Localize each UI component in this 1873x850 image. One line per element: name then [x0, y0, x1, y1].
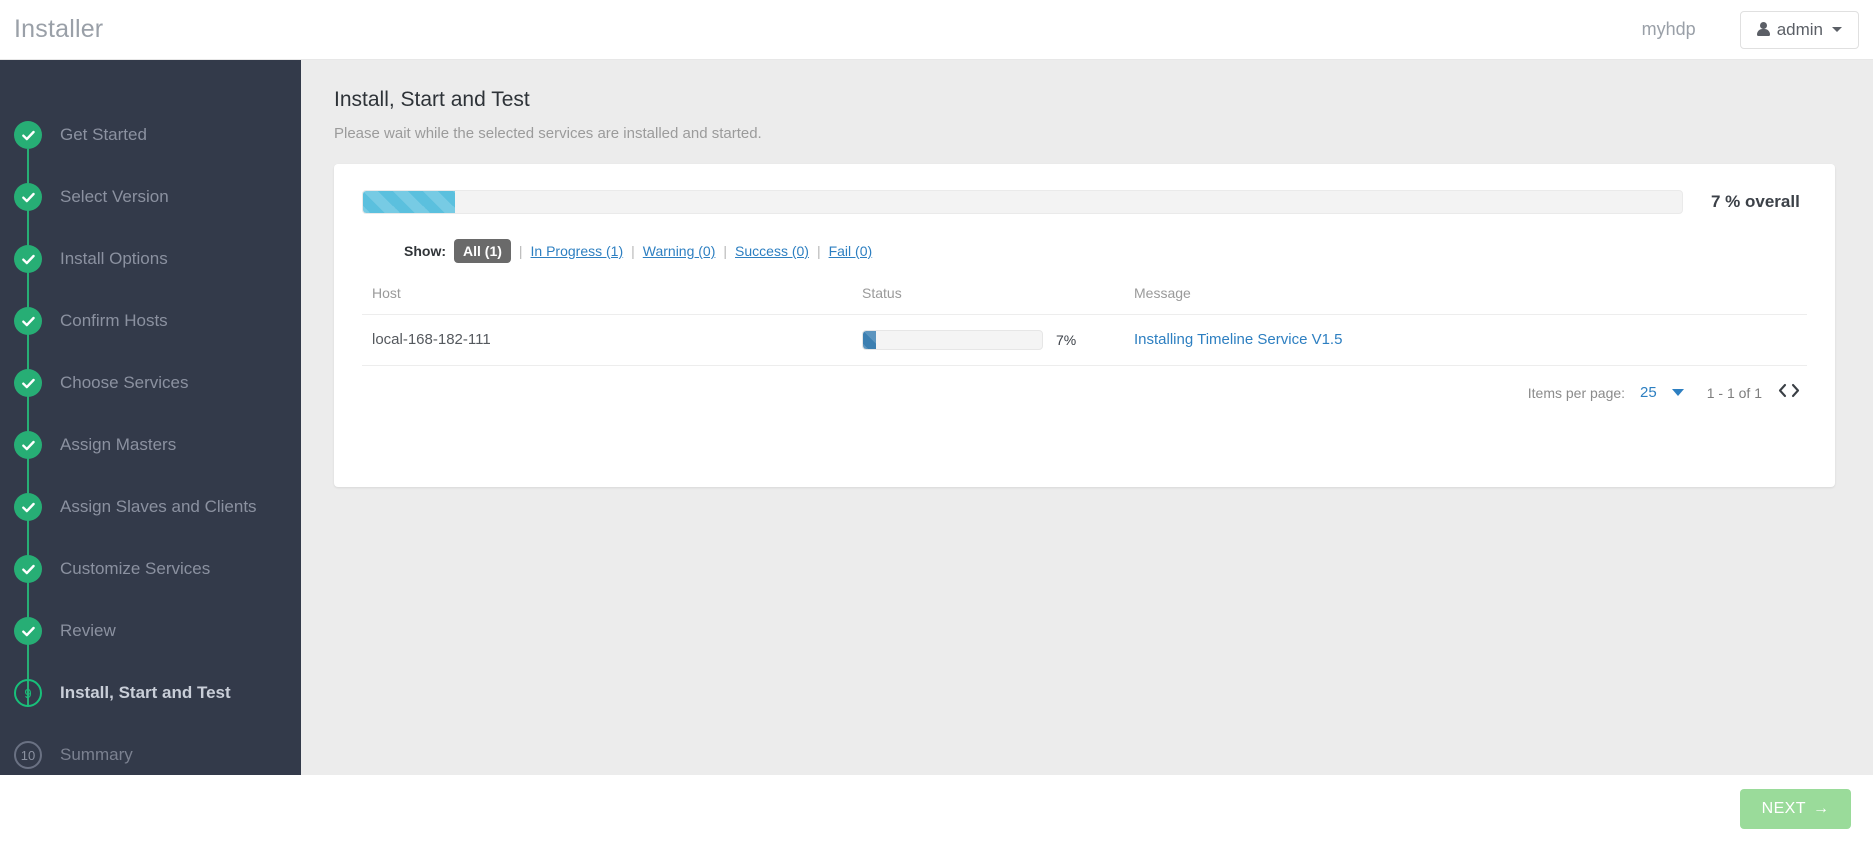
step-number-badge: 9 — [14, 679, 42, 707]
sidebar-step-label: Install, Start and Test — [60, 683, 231, 702]
cluster-name-label: myhdp — [1641, 19, 1696, 39]
filter-all[interactable]: All (1) — [454, 239, 511, 263]
sidebar-step-label: Install Options — [60, 249, 168, 268]
sidebar-step-customize-services[interactable]: Customize Services — [0, 538, 301, 645]
items-per-page-label: Items per page: — [1527, 384, 1626, 401]
sidebar-step-label: Customize Services — [60, 559, 211, 578]
sidebar-step-label: Review — [60, 621, 116, 640]
arrow-right-icon: → — [1812, 800, 1830, 817]
filter-separator: | — [631, 243, 635, 259]
overall-progress-row: 7 % overall — [362, 190, 1807, 214]
table-paginator: Items per page: 25 1 - 1 of 1 — [362, 383, 1807, 402]
step-check-icon — [14, 369, 42, 397]
wizard-footer: NEXT → — [0, 775, 1873, 850]
show-label: Show: — [404, 243, 446, 259]
host-progress-table: Host Status Message local-168-182-111 7%… — [362, 285, 1807, 366]
next-button-label: NEXT — [1761, 800, 1806, 817]
filter-in-progress[interactable]: In Progress (1) — [531, 243, 624, 259]
step-check-icon — [14, 121, 42, 149]
status-filter-row: Show: All (1) | In Progress (1) | Warnin… — [404, 239, 1807, 263]
pagination-range-label: 1 - 1 of 1 — [1706, 384, 1762, 401]
sidebar-step-select-version[interactable]: Select Version — [0, 166, 301, 273]
step-number-badge: 10 — [14, 741, 42, 769]
sidebar-step-confirm-hosts[interactable]: Confirm Hosts — [0, 290, 301, 397]
host-progress-fill — [863, 331, 876, 349]
column-header-host: Host — [362, 285, 862, 315]
overall-progress-bar — [362, 190, 1683, 214]
cell-status: 7% — [862, 314, 1132, 366]
sidebar-step-label: Assign Masters — [60, 435, 177, 454]
overall-progress-label: 7 % overall — [1711, 192, 1800, 211]
wizard-sidebar: Get Started Select Version Install Optio… — [0, 60, 301, 775]
step-check-icon — [14, 307, 42, 335]
sidebar-step-choose-services[interactable]: Choose Services — [0, 352, 301, 459]
sidebar-step-assign-slaves-and-clients[interactable]: Assign Slaves and Clients — [0, 476, 301, 583]
caret-down-icon — [1832, 27, 1842, 32]
step-check-icon — [14, 183, 42, 211]
table-row: local-168-182-111 7% Installing Timeline… — [362, 314, 1807, 366]
column-header-status: Status — [862, 285, 1132, 315]
sidebar-step-label: Choose Services — [60, 373, 189, 392]
sidebar-step-label: Confirm Hosts — [60, 311, 168, 330]
host-name-label: local-168-182-111 — [372, 331, 491, 348]
install-progress-card: 7 % overall Show: All (1) | In Progress … — [334, 164, 1835, 487]
filter-separator: | — [723, 243, 728, 259]
sidebar-step-assign-masters[interactable]: Assign Masters — [0, 414, 301, 521]
table-header-row: Host Status Message — [362, 285, 1807, 315]
pagination-nav-group — [1777, 383, 1801, 402]
host-message-link[interactable]: Installing Timeline Service V1.5 — [1134, 331, 1342, 348]
cell-host: local-168-182-111 — [362, 314, 862, 366]
sidebar-step-label: Assign Slaves and Clients — [60, 497, 257, 516]
filter-success[interactable]: Success (0) — [735, 243, 809, 259]
user-menu-button[interactable]: admin — [1739, 10, 1859, 49]
sidebar-step-label: Get Started — [60, 125, 147, 144]
host-progress-label: 7% — [1056, 332, 1077, 348]
filter-warning[interactable]: Warning (0) — [643, 243, 716, 259]
filter-separator: | — [816, 243, 821, 259]
cell-message: Installing Timeline Service V1.5 — [1132, 314, 1807, 366]
main-content-area: Install, Start and Test Please wait whil… — [301, 60, 1873, 775]
sidebar-step-label: Select Version — [60, 187, 169, 206]
step-check-icon — [14, 493, 42, 521]
chevron-down-icon[interactable] — [1671, 389, 1684, 396]
page-subtitle: Please wait while the selected services … — [334, 125, 762, 142]
user-icon — [1756, 22, 1770, 37]
chevron-right-icon[interactable] — [1790, 383, 1801, 402]
host-status-group: 7% — [862, 330, 1132, 350]
filter-separator: | — [518, 243, 523, 259]
filter-fail[interactable]: Fail (0) — [829, 243, 873, 259]
host-progress-bar — [862, 330, 1043, 350]
next-button[interactable]: NEXT → — [1740, 789, 1851, 829]
step-check-icon — [14, 245, 42, 273]
sidebar-step-get-started[interactable]: Get Started — [0, 104, 301, 211]
sidebar-step-review[interactable]: Review — [0, 600, 301, 707]
chevron-left-icon[interactable] — [1777, 383, 1788, 402]
user-menu-label: admin — [1776, 19, 1823, 39]
sidebar-step-install-options[interactable]: Install Options — [0, 228, 301, 335]
step-check-icon — [14, 431, 42, 459]
top-header-bar: Installer myhdp admin — [0, 0, 1873, 60]
step-check-icon — [14, 617, 42, 645]
step-check-icon — [14, 555, 42, 583]
overall-progress-fill — [363, 191, 456, 213]
sidebar-step-install-start-and-test[interactable]: 9 Install, Start and Test — [0, 662, 301, 724]
items-per-page-value[interactable]: 25 — [1640, 384, 1657, 401]
column-header-message: Message — [1132, 285, 1807, 315]
sidebar-step-label: Summary — [60, 745, 133, 764]
header-right-group: myhdp admin — [1642, 0, 1873, 59]
app-brand-title: Installer — [14, 15, 104, 43]
page-title: Install, Start and Test — [334, 88, 530, 111]
